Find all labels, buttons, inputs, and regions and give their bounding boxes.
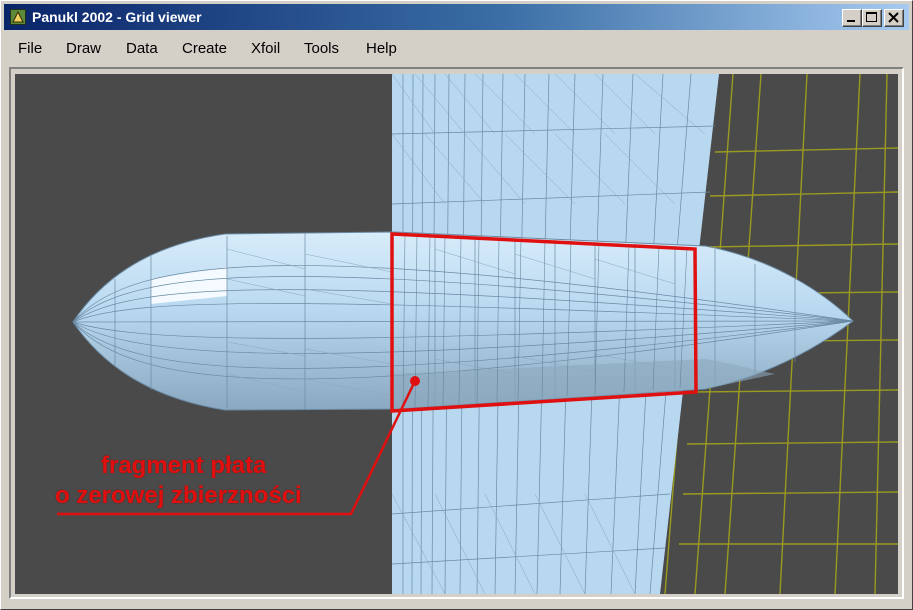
menu-help[interactable]: Help xyxy=(366,40,397,57)
fuselage-body xyxy=(72,231,854,411)
maximize-icon xyxy=(866,12,877,22)
maximize-button[interactable] xyxy=(862,9,882,27)
annotation-line-2: o zerowej zbierzności xyxy=(55,482,302,509)
menu-create[interactable]: Create xyxy=(182,40,227,57)
menu-file[interactable]: File xyxy=(18,40,42,57)
annotation-line-1: fragment płata xyxy=(101,452,267,479)
menu-bar: File Draw Data Create Xfoil Tools Help xyxy=(4,34,909,62)
application-window: Panukl 2002 - Grid viewer File Draw Data… xyxy=(0,0,913,610)
close-icon xyxy=(888,12,899,23)
grid-viewport[interactable]: fragment płata o zerowej zbierzności xyxy=(15,74,898,594)
title-bar[interactable]: Panukl 2002 - Grid viewer xyxy=(4,4,909,30)
minimize-icon xyxy=(847,20,855,22)
menu-xfoil[interactable]: Xfoil xyxy=(251,40,280,57)
menu-data[interactable]: Data xyxy=(126,40,158,57)
close-button[interactable] xyxy=(884,9,904,27)
grid-render[interactable] xyxy=(15,74,898,594)
menu-tools[interactable]: Tools xyxy=(304,40,339,57)
menu-draw[interactable]: Draw xyxy=(66,40,101,57)
minimize-button[interactable] xyxy=(842,9,862,27)
app-icon[interactable] xyxy=(10,9,26,25)
window-title: Panukl 2002 - Grid viewer xyxy=(32,9,202,25)
